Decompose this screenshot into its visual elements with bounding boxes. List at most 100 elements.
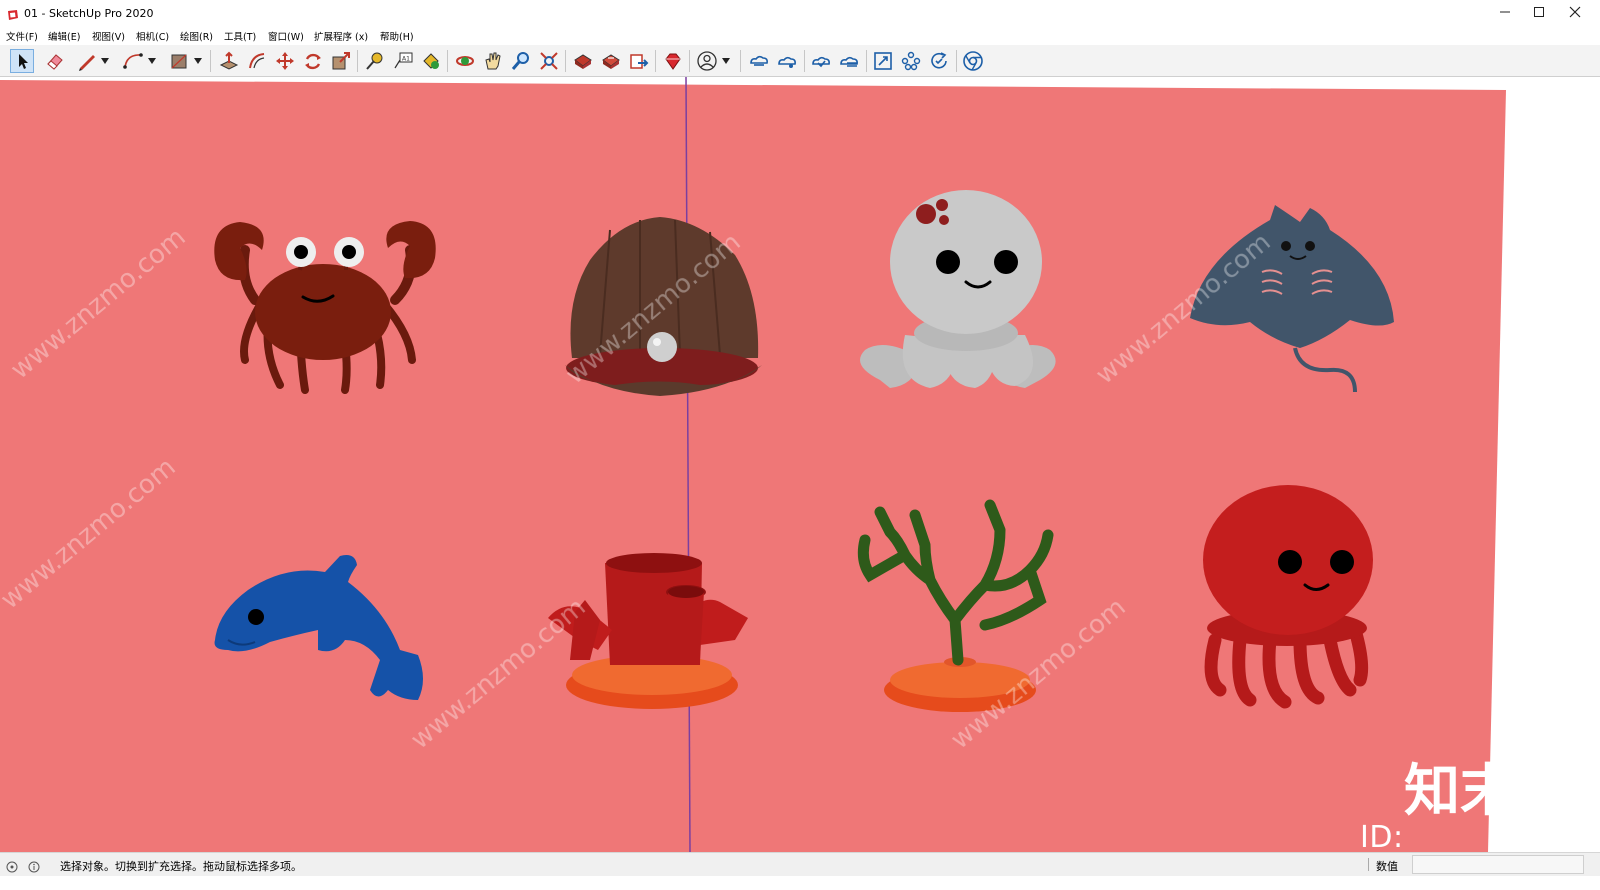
- chevron-down-icon[interactable]: [194, 58, 202, 64]
- arc-icon: [123, 53, 143, 69]
- send-to-layout-button[interactable]: [628, 50, 650, 72]
- toolbar-separator: [804, 50, 805, 72]
- measurement-input[interactable]: [1412, 855, 1584, 874]
- ground-plane: [0, 80, 1506, 852]
- minimize-icon: [1500, 11, 1510, 13]
- ruby-console-button[interactable]: [662, 50, 684, 72]
- tape-measure-icon: [366, 52, 383, 70]
- toolbar-separator: [210, 50, 211, 72]
- cloud-sync-icon: [840, 56, 858, 67]
- offset-icon: [249, 53, 265, 69]
- toolbar-separator: [357, 50, 358, 72]
- line-tool-button[interactable]: [76, 50, 98, 72]
- chevron-down-icon[interactable]: [101, 58, 109, 64]
- menu-window[interactable]: 窗口(W): [268, 29, 304, 43]
- paint-bucket-tool-button[interactable]: [420, 50, 442, 72]
- toolbar-separator: [655, 50, 656, 72]
- menu-camera[interactable]: 相机(C): [136, 29, 169, 43]
- cloud-upload-icon: [812, 56, 830, 68]
- zoom-icon: [511, 52, 529, 70]
- components-button[interactable]: [900, 50, 922, 72]
- offset-tool-button[interactable]: [246, 50, 268, 72]
- watermark-logo: 知末: [1404, 759, 1516, 824]
- cloud-sync-button[interactable]: [838, 50, 860, 72]
- extension-warehouse-icon: [602, 54, 620, 69]
- warehouse-icon: [574, 54, 592, 69]
- extension-warehouse-button[interactable]: [600, 50, 622, 72]
- chevron-down-icon[interactable]: [148, 58, 156, 64]
- arc-tool-button[interactable]: [122, 50, 144, 72]
- cloud-share-icon: [778, 56, 796, 68]
- menu-view[interactable]: 视图(V): [92, 29, 125, 43]
- title-bar: 01 - SketchUp Pro 2020: [0, 0, 1600, 28]
- status-bar: 选择对象。切换到扩充选择。拖动鼠标选择多项。 数值: [0, 852, 1600, 876]
- chrome-icon: [963, 51, 983, 71]
- account-icon: [697, 51, 717, 71]
- toolbar-separator: [956, 50, 957, 72]
- menu-file[interactable]: 文件(F): [6, 29, 38, 43]
- paint-bucket-icon: [423, 53, 439, 69]
- toolbar-separator: [565, 50, 566, 72]
- watermark-site-text: www.znzmo.com: [1485, 602, 1600, 765]
- menu-draw[interactable]: 绘图(R): [180, 29, 213, 43]
- move-tool-button[interactable]: [274, 50, 296, 72]
- status-message: 选择对象。切换到扩充选择。拖动鼠标选择多项。: [60, 860, 302, 873]
- toolbar-separator: [740, 50, 741, 72]
- toolbar: A1: [0, 45, 1600, 77]
- info-icon[interactable]: [28, 858, 40, 873]
- svg-text:A1: A1: [402, 56, 410, 63]
- menu-help[interactable]: 帮助(H): [380, 29, 414, 43]
- zoom-extents-icon: [540, 52, 558, 70]
- cloud-upload-button[interactable]: [810, 50, 832, 72]
- text-tool-button[interactable]: A1: [392, 50, 414, 72]
- push-pull-icon: [219, 51, 239, 70]
- rotate-icon: [305, 53, 321, 70]
- chrome-button[interactable]: [962, 50, 984, 72]
- pencil-line-icon: [79, 55, 95, 71]
- model-viewport[interactable]: www.znzmo.com www.znzmo.com www.znzmo.co…: [0, 77, 1600, 852]
- trimble-connect-button[interactable]: [748, 50, 770, 72]
- zoom-tool-button[interactable]: [510, 50, 532, 72]
- scale-icon: [332, 52, 350, 70]
- eraser-icon: [47, 54, 63, 70]
- model-scene: www.znzmo.com www.znzmo.com www.znzmo.co…: [0, 77, 1600, 852]
- ruby-icon: [665, 53, 681, 70]
- pan-tool-button[interactable]: [482, 50, 504, 72]
- status-separator: [1368, 858, 1369, 871]
- layout-send-icon: [630, 54, 649, 69]
- text-icon: A1: [394, 52, 413, 69]
- menu-edit[interactable]: 编辑(E): [48, 29, 80, 43]
- zoom-window-button[interactable]: [872, 50, 894, 72]
- menu-tools[interactable]: 工具(T): [224, 29, 256, 43]
- toolbar-separator: [447, 50, 448, 72]
- close-button[interactable]: [1552, 0, 1598, 28]
- measurement-label: 数值: [1376, 860, 1398, 873]
- select-tool-button[interactable]: [10, 49, 34, 73]
- geolocation-icon[interactable]: [6, 858, 18, 873]
- push-pull-tool-button[interactable]: [218, 50, 240, 72]
- rectangle-icon: [171, 54, 187, 69]
- zoom-extents-tool-button[interactable]: [538, 50, 560, 72]
- tape-measure-tool-button[interactable]: [364, 50, 386, 72]
- menu-extensions[interactable]: 扩展程序 (x): [314, 29, 368, 43]
- zoom-window-icon: [874, 52, 892, 70]
- refresh-button[interactable]: [928, 50, 950, 72]
- menu-bar: 文件(F) 编辑(E) 视图(V) 相机(C) 绘图(R) 工具(T) 窗口(W…: [0, 28, 1600, 44]
- components-icon: [901, 51, 921, 71]
- cloud-share-button[interactable]: [776, 50, 798, 72]
- eraser-tool-button[interactable]: [44, 50, 66, 72]
- toolbar-separator: [689, 50, 690, 72]
- scale-tool-button[interactable]: [330, 50, 352, 72]
- rotate-tool-button[interactable]: [302, 50, 324, 72]
- orbit-tool-button[interactable]: [454, 50, 476, 72]
- chevron-down-icon[interactable]: [722, 58, 730, 64]
- rectangle-tool-button[interactable]: [168, 50, 190, 72]
- window-title: 01 - SketchUp Pro 2020: [24, 7, 154, 20]
- select-icon: [19, 54, 28, 69]
- refresh-icon: [931, 52, 947, 69]
- warehouse-button[interactable]: [572, 50, 594, 72]
- account-button[interactable]: [696, 50, 718, 72]
- sketchup-logo-icon: [6, 7, 20, 21]
- trimble-connect-icon: [750, 55, 768, 66]
- orbit-icon: [456, 56, 474, 66]
